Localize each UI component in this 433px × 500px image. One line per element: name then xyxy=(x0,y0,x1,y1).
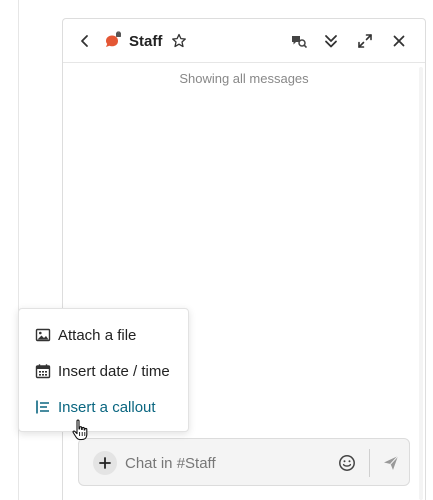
emoji-icon xyxy=(339,455,355,471)
composer-actions-menu: Attach a file Insert date / time Insert … xyxy=(18,308,189,432)
channel-chat-icon xyxy=(103,31,123,51)
star-button[interactable] xyxy=(170,32,188,50)
double-chevron-down-icon xyxy=(325,35,337,48)
messages-scrollbar[interactable] xyxy=(419,67,423,500)
star-icon xyxy=(172,33,187,48)
messages-area[interactable]: Showing all messages xyxy=(63,63,425,500)
menu-item-label: Insert date / time xyxy=(58,362,170,380)
chat-header: Staff xyxy=(63,19,425,63)
search-messages-icon xyxy=(292,36,307,48)
plus-icon xyxy=(99,457,111,469)
image-icon xyxy=(35,327,51,343)
menu-item-label: Attach a file xyxy=(58,326,137,344)
send-icon xyxy=(384,455,399,470)
back-button[interactable] xyxy=(73,29,97,53)
send-button[interactable] xyxy=(381,453,401,473)
expand-icon xyxy=(358,34,372,48)
chevron-left-icon xyxy=(81,35,88,47)
expand-button[interactable] xyxy=(353,29,377,53)
composer-plus-button[interactable] xyxy=(93,451,117,475)
close-icon xyxy=(393,35,405,47)
callout-icon xyxy=(35,399,51,415)
jump-to-bottom-button[interactable] xyxy=(319,29,343,53)
calendar-icon xyxy=(35,363,51,379)
menu-item-attach-file[interactable]: Attach a file xyxy=(19,317,188,353)
composer-divider xyxy=(369,449,370,477)
menu-item-insert-date-time[interactable]: Insert date / time xyxy=(19,353,188,389)
menu-item-insert-callout[interactable]: Insert a callout xyxy=(19,389,188,425)
chat-page: Staff Showing all messages Chat in #Staf… xyxy=(0,0,433,500)
close-button[interactable] xyxy=(387,29,411,53)
chat-input[interactable] xyxy=(125,451,325,475)
menu-item-label: Insert a callout xyxy=(58,398,156,416)
channel-title: Staff xyxy=(129,32,163,50)
chat-composer xyxy=(78,438,410,486)
search-messages-button[interactable] xyxy=(287,29,311,53)
emoji-button[interactable] xyxy=(337,453,357,473)
channel-title-group[interactable]: Staff xyxy=(103,29,188,53)
messages-status: Showing all messages xyxy=(179,71,309,86)
